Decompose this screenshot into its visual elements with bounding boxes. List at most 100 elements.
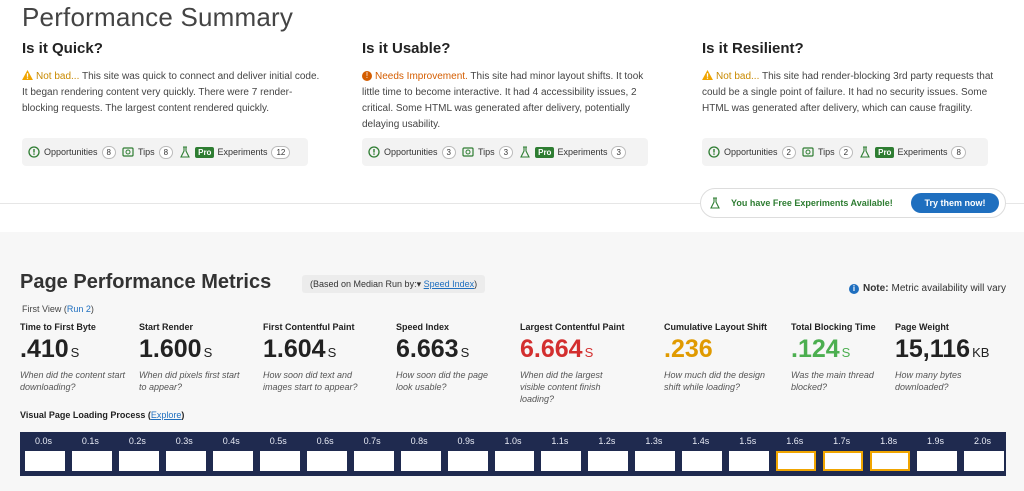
resilient-badges: Opportunities 2 Tips 2 Pro Experiments 8: [702, 138, 988, 166]
filmstrip-frame[interactable]: 1.5s: [724, 432, 771, 476]
frame-thumbnail: [588, 451, 629, 471]
frame-thumbnail: [682, 451, 723, 471]
metric-description: How much did the design shift while load…: [664, 370, 766, 392]
tips-icon: [122, 147, 134, 157]
usable-description: ! Needs Improvement. This site had minor …: [362, 69, 662, 133]
usable-experiments[interactable]: Pro Experiments 3: [519, 145, 626, 159]
frame-time-label: 0.3s: [175, 436, 193, 446]
resilient-tips-count: 2: [838, 145, 854, 159]
resilient-status: Not bad...: [716, 71, 760, 82]
metric-cls: Cumulative Layout Shift .236 How much di…: [664, 322, 774, 393]
summary-usable: Is it Usable? ! Needs Improvement. This s…: [362, 40, 662, 133]
metric-label: Largest Contentful Paint: [520, 322, 625, 332]
metric-description: How soon did text and images start to ap…: [263, 370, 358, 392]
flask-icon: [180, 146, 190, 158]
median-run-selector[interactable]: (Based on Median Run by:▾ Speed Index): [302, 275, 486, 293]
frame-thumbnail: [165, 451, 206, 471]
metric-value: 1.604 S: [263, 335, 337, 363]
quick-tips-count: 8: [158, 145, 174, 159]
filmstrip-frame[interactable]: 0.5s: [255, 432, 302, 476]
resilient-tips-label: Tips: [817, 147, 835, 157]
quick-experiments[interactable]: Pro Experiments 12: [179, 145, 291, 159]
usable-heading: Is it Usable?: [362, 40, 451, 57]
metric-value: .410 S: [20, 335, 80, 363]
quick-experiments-count: 12: [271, 145, 291, 159]
frame-time-label: 0.1s: [81, 436, 99, 446]
resilient-opportunities[interactable]: Opportunities 2: [708, 145, 796, 159]
frame-thumbnail: [259, 451, 300, 471]
frame-thumbnail: [353, 451, 394, 471]
filmstrip-frame[interactable]: 0.4s: [208, 432, 255, 476]
resilient-description: Not bad... This site had render-blocking…: [702, 69, 1002, 133]
first-view-text: First View: [22, 304, 62, 314]
quick-tips-label: Tips: [137, 147, 155, 157]
filmstrip-frame[interactable]: 1.4s: [677, 432, 724, 476]
filmstrip[interactable]: 0.0s 0.1s 0.2s 0.3s 0.4s 0.5s 0.6s 0.7s 0.8s 0.9s…: [20, 432, 1006, 476]
frame-thumbnail: [212, 451, 253, 471]
filmstrip-frame[interactable]: 0.3s: [161, 432, 208, 476]
try-them-now-button[interactable]: Try them now!: [911, 193, 999, 213]
median-metric-link[interactable]: Speed Index: [424, 279, 475, 289]
filmstrip-frame[interactable]: 2.0s: [959, 432, 1006, 476]
filmstrip-frame[interactable]: 0.0s: [20, 432, 67, 476]
page-title: Performance Summary: [22, 2, 294, 32]
frame-time-label: 0.8s: [410, 436, 428, 446]
resilient-opportunities-count: 2: [781, 145, 796, 159]
metrics-title: Page Performance Metrics: [20, 271, 272, 293]
filmstrip-frame[interactable]: 1.0s: [490, 432, 537, 476]
resilient-experiments[interactable]: Pro Experiments 8: [859, 145, 966, 159]
filmstrip-frame[interactable]: 0.6s: [302, 432, 349, 476]
resilient-experiments-label: Experiments: [897, 147, 948, 157]
quick-opportunities[interactable]: Opportunities 8: [28, 145, 116, 159]
frame-time-label: 0.0s: [34, 436, 52, 446]
tips-icon: [802, 147, 814, 157]
filmstrip-frame[interactable]: 1.8s: [865, 432, 912, 476]
filmstrip-frame[interactable]: 0.2s: [114, 432, 161, 476]
frame-time-label: 1.5s: [739, 436, 757, 446]
metric-label: Cumulative Layout Shift: [664, 322, 768, 332]
metric-label: First Contentful Paint: [263, 322, 355, 332]
usable-tips[interactable]: Tips 3: [462, 145, 514, 159]
filmstrip-frame[interactable]: 1.2s: [583, 432, 630, 476]
usable-opportunities[interactable]: Opportunities 3: [368, 145, 456, 159]
usable-opportunities-count: 3: [441, 145, 456, 159]
usable-opportunities-label: Opportunities: [384, 147, 438, 157]
frame-time-label: 0.5s: [269, 436, 287, 446]
flask-icon: [520, 146, 530, 158]
resilient-tips[interactable]: Tips 2: [802, 145, 854, 159]
metric-value: .236: [664, 335, 713, 363]
filmstrip-frame[interactable]: 1.6s: [771, 432, 818, 476]
quick-tips[interactable]: Tips 8: [122, 145, 174, 159]
quick-pro-badge: Pro: [195, 146, 215, 158]
frame-thumbnail: [917, 451, 958, 471]
frame-time-label: 1.7s: [833, 436, 851, 446]
metric-description: How soon did the page look usable?: [396, 370, 489, 392]
explore-link[interactable]: Explore: [151, 410, 182, 420]
frame-thumbnail: [494, 451, 535, 471]
median-prefix: (Based on Median Run by:: [310, 279, 417, 289]
metric-description: When did the largest visible content fin…: [520, 370, 603, 404]
filmstrip-frame[interactable]: 1.3s: [630, 432, 677, 476]
filmstrip-frame[interactable]: 1.7s: [818, 432, 865, 476]
frame-time-label: 1.1s: [551, 436, 569, 446]
filmstrip-frame[interactable]: 0.1s: [67, 432, 114, 476]
opportunities-icon: [368, 146, 380, 158]
resilient-pro-badge: Pro: [875, 146, 895, 158]
warning-triangle-icon: [22, 70, 33, 80]
filmstrip-frame[interactable]: 1.1s: [536, 432, 583, 476]
opportunities-icon: [708, 146, 720, 158]
metric-value: 6.664 S: [520, 335, 594, 363]
run-link[interactable]: Run 2: [67, 304, 91, 314]
quick-opportunities-count: 8: [101, 145, 116, 159]
filmstrip-frame[interactable]: 0.8s: [396, 432, 443, 476]
filmstrip-frame[interactable]: 0.9s: [443, 432, 490, 476]
filmstrip-frame[interactable]: 1.9s: [912, 432, 959, 476]
usable-experiments-label: Experiments: [557, 147, 608, 157]
warning-triangle-icon: [702, 70, 713, 80]
resilient-opportunities-label: Opportunities: [724, 147, 778, 157]
opportunities-icon: [28, 146, 40, 158]
flask-icon: [860, 146, 870, 158]
note-label: Note:: [862, 283, 889, 294]
resilient-heading: Is it Resilient?: [702, 40, 804, 57]
filmstrip-frame[interactable]: 0.7s: [349, 432, 396, 476]
